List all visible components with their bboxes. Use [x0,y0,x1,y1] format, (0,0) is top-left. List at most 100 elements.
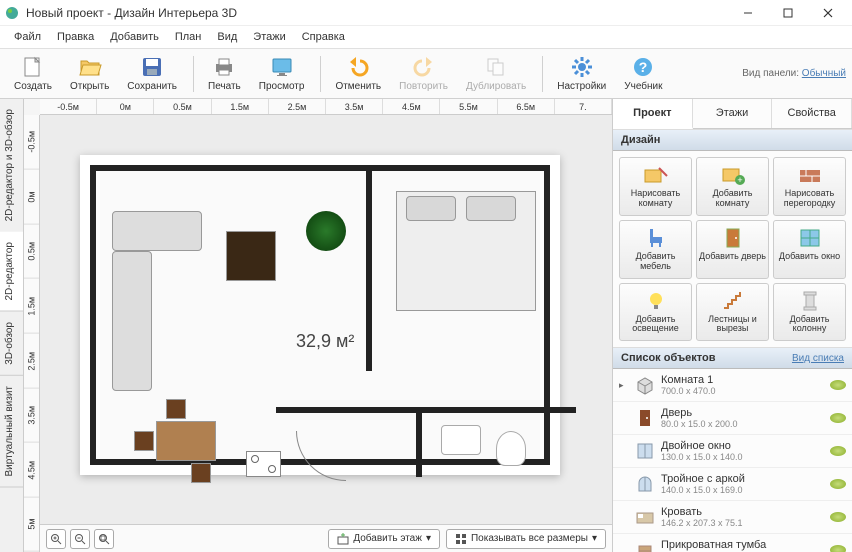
window-icon [797,227,823,249]
titlebar: Новый проект - Дизайн Интерьера 3D [0,0,852,26]
menu-item[interactable]: Вид [209,28,245,46]
chair-icon[interactable] [191,463,211,483]
view-list-link[interactable]: Вид списка [792,353,844,364]
visibility-toggle-icon[interactable] [830,413,846,423]
design-draw-room-button[interactable]: Нарисовать комнату [619,157,692,216]
visibility-toggle-icon[interactable] [830,380,846,390]
floorplan[interactable]: 32,9 м² [80,155,560,475]
menu-item[interactable]: Файл [6,28,49,46]
side-tab[interactable]: 3D-обзор [0,312,23,376]
floorplan-canvas[interactable]: 32,9 м² [40,115,612,552]
room-area-label: 32,9 м² [296,331,354,352]
maximize-button[interactable] [768,0,808,26]
door-swing-icon[interactable] [296,431,346,481]
object-list-item[interactable]: ▸Комната 1700.0 x 470.0 [613,369,852,402]
design-light-button[interactable]: Добавить освещение [619,283,692,342]
Повторить-icon [412,55,436,79]
svg-text:+: + [737,175,742,185]
close-button[interactable] [808,0,848,26]
side-tab[interactable]: 2D-редактор и 3D-обзор [0,99,23,232]
chair-icon[interactable] [134,431,154,451]
side-tab[interactable]: 2D-редактор [0,232,23,312]
toilet-icon[interactable] [496,431,526,466]
menu-item[interactable]: План [167,28,210,46]
right-panel-tabs: ПроектЭтажиСвойства [613,99,852,129]
show-all-dimensions-button[interactable]: Показывать все размеры ▾ [446,529,606,549]
toolbar-дублировать-button: Дублировать [458,53,534,94]
visibility-toggle-icon[interactable] [830,446,846,456]
sink-icon[interactable] [441,425,481,455]
room-outline[interactable]: 32,9 м² [90,165,550,465]
visibility-toggle-icon[interactable] [830,479,846,489]
panel-mode-label: Вид панели: Обычный [742,68,846,79]
Отменить-icon [346,55,370,79]
toolbar: СоздатьОткрытьСохранить ПечатьПросмотр Отм… [0,49,852,99]
right-panel-tab[interactable]: Проект [613,99,693,129]
design-add-room-button[interactable]: +Добавить комнату [696,157,769,216]
expand-icon[interactable]: ▸ [619,380,629,391]
object-list-item[interactable]: Тройное с аркой140.0 x 15.0 x 169.0 [613,468,852,501]
design-tool-grid: Нарисовать комнату+Добавить комнатуНарис… [613,151,852,347]
design-stairs-button[interactable]: Лестницы и вырезы [696,283,769,342]
toolbar-сохранить-button[interactable]: Сохранить [119,53,185,94]
object-list-item[interactable]: Кровать146.2 x 207.3 x 75.1 [613,501,852,534]
panel-mode-link[interactable]: Обычный [802,68,846,79]
menu-item[interactable]: Справка [294,28,353,46]
menubar: ФайлПравкаДобавитьПланВидЭтажиСправка [0,26,852,49]
visibility-toggle-icon[interactable] [830,545,846,552]
visibility-toggle-icon[interactable] [830,512,846,522]
menu-item[interactable]: Этажи [245,28,293,46]
light-icon [643,290,669,312]
window-title: Новый проект - Дизайн Интерьера 3D [26,6,237,20]
object-list-item[interactable]: Дверь80.0 x 15.0 x 200.0 [613,402,852,435]
zoom-fit-button[interactable] [94,529,114,549]
toolbar-отменить-button[interactable]: Отменить [327,53,389,94]
pillow-icon [466,196,516,221]
menu-item[interactable]: Добавить [102,28,167,46]
plant-icon[interactable] [306,211,346,251]
Учебник-icon: ? [631,55,655,79]
Открыть-icon [78,55,102,79]
door-icon [633,406,657,430]
design-window-button[interactable]: Добавить окно [773,220,846,279]
Создать-icon [21,55,45,79]
toolbar-открыть-button[interactable]: Открыть [62,53,117,94]
wall-icon [797,164,823,186]
design-column-button[interactable]: Добавить колонну [773,283,846,342]
zoom-in-button[interactable] [46,529,66,549]
stove-icon[interactable] [246,451,281,477]
right-panel-tab[interactable]: Этажи [693,99,773,128]
toolbar-просмотр-button[interactable]: Просмотр [251,53,313,94]
sofa-icon[interactable] [112,251,152,391]
Сохранить-icon [140,55,164,79]
add-floor-button[interactable]: Добавить этаж ▾ [328,529,440,549]
dining-table-icon[interactable] [156,421,216,461]
objects-section-header: Список объектов Вид списка [613,347,852,369]
design-wall-button[interactable]: Нарисовать перегородку [773,157,846,216]
minimize-button[interactable] [728,0,768,26]
toolbar-создать-button[interactable]: Создать [6,53,60,94]
tv-stand-icon[interactable] [226,231,276,281]
design-door-button[interactable]: Добавить дверь [696,220,769,279]
interior-wall[interactable] [416,407,422,477]
chair-icon[interactable] [166,399,186,419]
side-tab[interactable]: Виртуальный визит [0,376,23,488]
interior-wall[interactable] [276,407,576,413]
object-list-item[interactable]: Прикроватная тумба41.8 x 36.3 x 36.5 [613,534,852,552]
toolbar-учебник-button[interactable]: ?Учебник [616,53,670,94]
object-list-item[interactable]: Двойное окно130.0 x 15.0 x 140.0 [613,435,852,468]
toolbar-настройки-button[interactable]: Настройки [549,53,614,94]
design-chair-button[interactable]: Добавить мебель [619,220,692,279]
add-floor-icon [337,533,349,545]
chevron-down-icon: ▾ [592,533,597,544]
menu-item[interactable]: Правка [49,28,102,46]
toolbar-печать-button[interactable]: Печать [200,53,249,94]
sofa-icon[interactable] [112,211,202,251]
right-panel-tab[interactable]: Свойства [772,99,852,128]
nightstand-icon [633,538,657,552]
interior-wall[interactable] [366,171,372,371]
canvas-area: -0.5м0м0.5м1.5м2.5м3.5м4.5м5.5м6.5м7. -0… [24,99,612,552]
right-panel: ПроектЭтажиСвойства Дизайн Нарисовать ко… [612,99,852,552]
zoom-out-button[interactable] [70,529,90,549]
svg-text:?: ? [639,59,648,75]
